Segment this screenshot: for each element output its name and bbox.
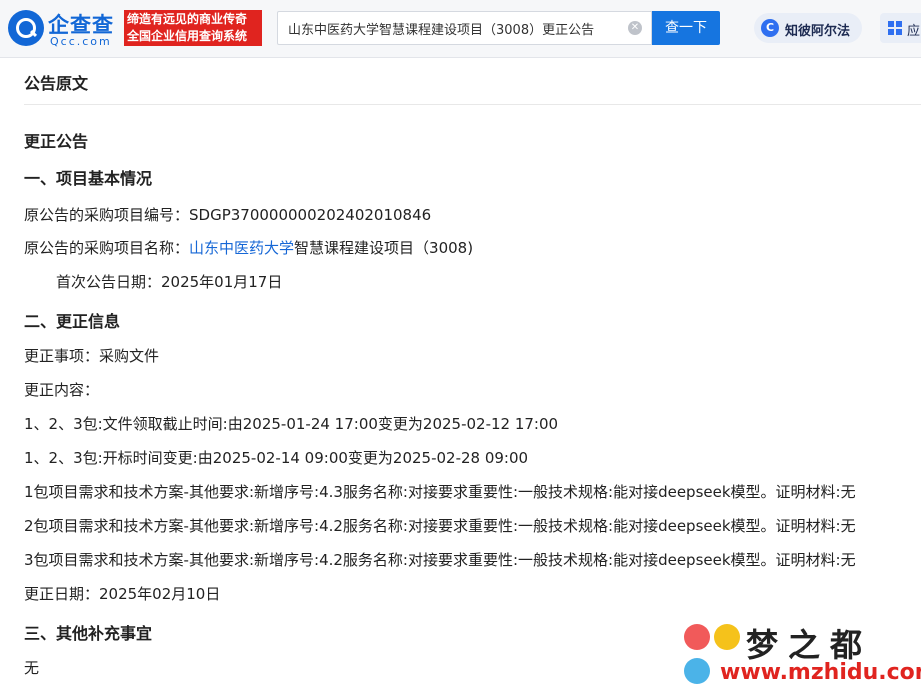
red-face-icon	[684, 624, 710, 650]
top-header: 企查查 Qcc.com 缔造有远见的商业传奇 全国企业信用查询系统 ✕ 查一下 …	[0, 0, 921, 58]
change-line: 1、2、3包:开标时间变更:由2025-02-14 09:00变更为2025-0…	[24, 449, 529, 467]
part3-body: 无	[24, 659, 40, 677]
yellow-face-icon	[714, 624, 740, 650]
section-title: 公告原文	[24, 74, 89, 93]
divider	[24, 104, 921, 105]
announcement-content: 公告原文 更正公告 一、项目基本情况 原公告的采购项目编号：SDGP370000…	[0, 58, 921, 690]
app-label: 应	[907, 24, 921, 39]
change-line: 1包项目需求和技术方案-其他要求:新增序号:4.3服务名称:对接要求重要性:一般…	[24, 483, 856, 501]
project-no-value: SDGP370000000202402010846	[189, 206, 432, 224]
grid-icon	[888, 21, 902, 35]
change-item: 更正事项：采购文件	[24, 347, 160, 365]
slogan-banner: 缔造有远见的商业传奇 全国企业信用查询系统	[124, 10, 262, 46]
ai-assistant-label: 知彼阿尔法	[785, 24, 851, 39]
ai-assistant-button[interactable]: C 知彼阿尔法	[754, 13, 862, 43]
search-button[interactable]: 查一下	[652, 11, 720, 45]
project-no-line: 原公告的采购项目编号：SDGP370000000202402010846	[24, 204, 431, 225]
ai-logo-icon: C	[761, 19, 779, 37]
change-line: 3包项目需求和技术方案-其他要求:新增序号:4.2服务名称:对接要求重要性:一般…	[24, 551, 856, 569]
project-no-label: 原公告的采购项目编号：	[24, 206, 190, 224]
clear-icon[interactable]: ✕	[628, 21, 642, 35]
search-input[interactable]	[278, 12, 638, 44]
qcc-logo[interactable]: 企查查 Qcc.com	[8, 9, 120, 48]
change-content-label: 更正内容：	[24, 381, 100, 399]
slogan-line-2: 全国企业信用查询系统	[127, 29, 248, 43]
watermark-url: www.mzhidu.com	[720, 660, 921, 685]
app-button[interactable]: 应	[880, 13, 921, 43]
project-name-rest: 智慧课程建设项目（3008)	[294, 239, 474, 257]
blue-face-icon	[684, 658, 710, 684]
part1-title: 一、项目基本情况	[24, 169, 153, 188]
project-name-line: 原公告的采购项目名称：山东中医药大学智慧课程建设项目（3008)	[24, 237, 473, 258]
announcement-heading: 更正公告	[24, 132, 89, 151]
magnifier-logo-icon	[8, 10, 44, 46]
university-link[interactable]: 山东中医药大学	[189, 239, 294, 257]
part2-title: 二、更正信息	[24, 312, 121, 331]
slogan-line-1: 缔造有远见的商业传奇	[127, 12, 248, 26]
logo-domain: Qcc.com	[50, 35, 112, 48]
change-line: 1、2、3包:文件领取截止时间:由2025-01-24 17:00变更为2025…	[24, 415, 559, 433]
first-announce-date: 首次公告日期：2025年01月17日	[56, 273, 283, 291]
project-name-label: 原公告的采购项目名称：	[24, 239, 190, 257]
search-box: ✕	[277, 11, 652, 45]
change-line: 2包项目需求和技术方案-其他要求:新增序号:4.2服务名称:对接要求重要性:一般…	[24, 517, 856, 535]
site-watermark: 梦之都 www.mzhidu.com	[680, 622, 921, 690]
change-date: 更正日期：2025年02月10日	[24, 585, 221, 603]
part3-title: 三、其他补充事宜	[24, 624, 153, 643]
